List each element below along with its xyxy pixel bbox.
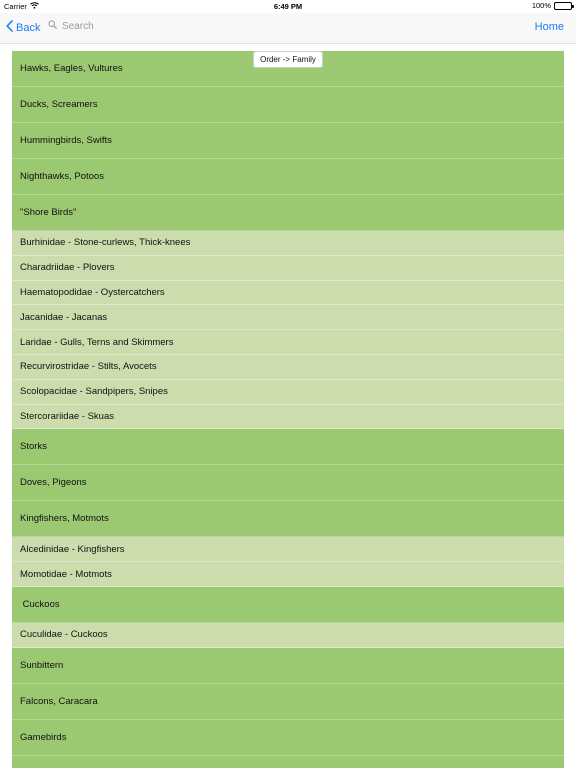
back-button[interactable]: Back [6,20,40,35]
status-time: 6:49 PM [273,2,303,11]
order-row[interactable]: Kingfishers, Motmots [12,501,564,538]
order-label: Sunbittern [20,659,64,671]
family-label: Momotidae - Motmots [20,568,112,580]
order-label: Storks [20,441,47,453]
order-label: "Shore Birds" [20,207,77,218]
status-bar: Carrier 6:49 PM 100% [0,0,576,13]
family-row[interactable]: Recurvirostridae - Stilts, Avocets [12,354,564,380]
family-row[interactable]: Cuculidae - Cuckoos [12,622,564,648]
family-row[interactable]: Momotidae - Motmots [12,562,564,587]
family-row[interactable]: Jacanidae - Jacanas [12,305,564,331]
family-label: Jacanidae - Jacanas [20,311,108,323]
back-label: Back [16,21,41,34]
order-label: Hawks, Eagles, Vultures [20,63,123,74]
order-label: Hummingbirds, Swifts [20,135,112,146]
family-row[interactable]: Charadriidae - Plovers [12,255,564,281]
family-row[interactable]: Laridae - Gulls, Terns and Skimmers [12,330,564,355]
order-row[interactable]: Doves, Pigeons [12,465,564,502]
search-bar [48,20,262,32]
order-row[interactable]: Gamebirds [12,719,564,756]
family-row[interactable]: Alcedinidae - Kingfishers [12,537,564,563]
order-row[interactable]: "Shore Birds" [12,195,564,231]
family-row[interactable]: Burhinidae - Stone-curlews, Thick-knees [12,231,564,256]
bird-group-list: Hawks, Eagles, Vultures Ducks, Screamers H… [12,51,564,768]
battery-indicator: 100% [531,1,574,10]
battery-percent: 100% [531,1,551,10]
home-button[interactable]: Home [535,21,564,33]
chevron-left-icon [6,20,13,35]
order-row[interactable]: Sunbittern [12,647,564,684]
family-label: Haematopodidae - Oystercatchers [20,286,165,298]
family-label: Burhinidae - Stone-curlews, Thick-knees [20,237,191,249]
family-label: Alcedinidae - Kingfishers [20,543,125,555]
family-row[interactable]: Haematopodidae - Oystercatchers [12,280,564,306]
order-row[interactable]: Storks [12,429,564,466]
order-family-toggle-button[interactable]: Order -> Family [253,51,323,68]
family-row[interactable]: Scolopacidae - Sandpipers, Snipes [12,379,564,405]
family-label: Charadriidae - Plovers [20,262,115,274]
family-label: Cuculidae - Cuckoos [20,629,108,641]
order-label: Ducks, Screamers [20,99,98,110]
order-row[interactable]: Ducks, Screamers [12,87,564,123]
search-icon [48,20,57,32]
order-label: Falcons, Caracara [20,695,98,707]
search-input[interactable] [62,20,262,32]
order-label: Gamebirds [20,731,67,743]
order-row[interactable]: Falcons, Caracara [12,683,564,720]
order-row[interactable]: Cuckoos [12,586,564,623]
navigation-bar: Back Home [0,13,576,44]
family-row[interactable]: Stercorariidae - Skuas [12,404,564,430]
battery-icon [554,1,574,10]
order-label: Nighthawks, Potoos [20,171,104,182]
order-label: Cuckoos [20,598,60,610]
order-label: Kingfishers, Motmots [20,513,109,525]
family-label: Scolopacidae - Sandpipers, Snipes [20,386,168,398]
order-row[interactable]: Hummingbirds, Swifts [12,123,564,159]
family-label: Stercorariidae - Skuas [20,410,114,422]
order-label: Doves, Pigeons [20,477,87,489]
order-row[interactable] [12,755,564,768]
family-label: Recurvirostridae - Stilts, Avocets [20,361,157,373]
order-row[interactable]: Nighthawks, Potoos [12,159,564,195]
family-label: Laridae - Gulls, Terns and Skimmers [20,336,174,348]
